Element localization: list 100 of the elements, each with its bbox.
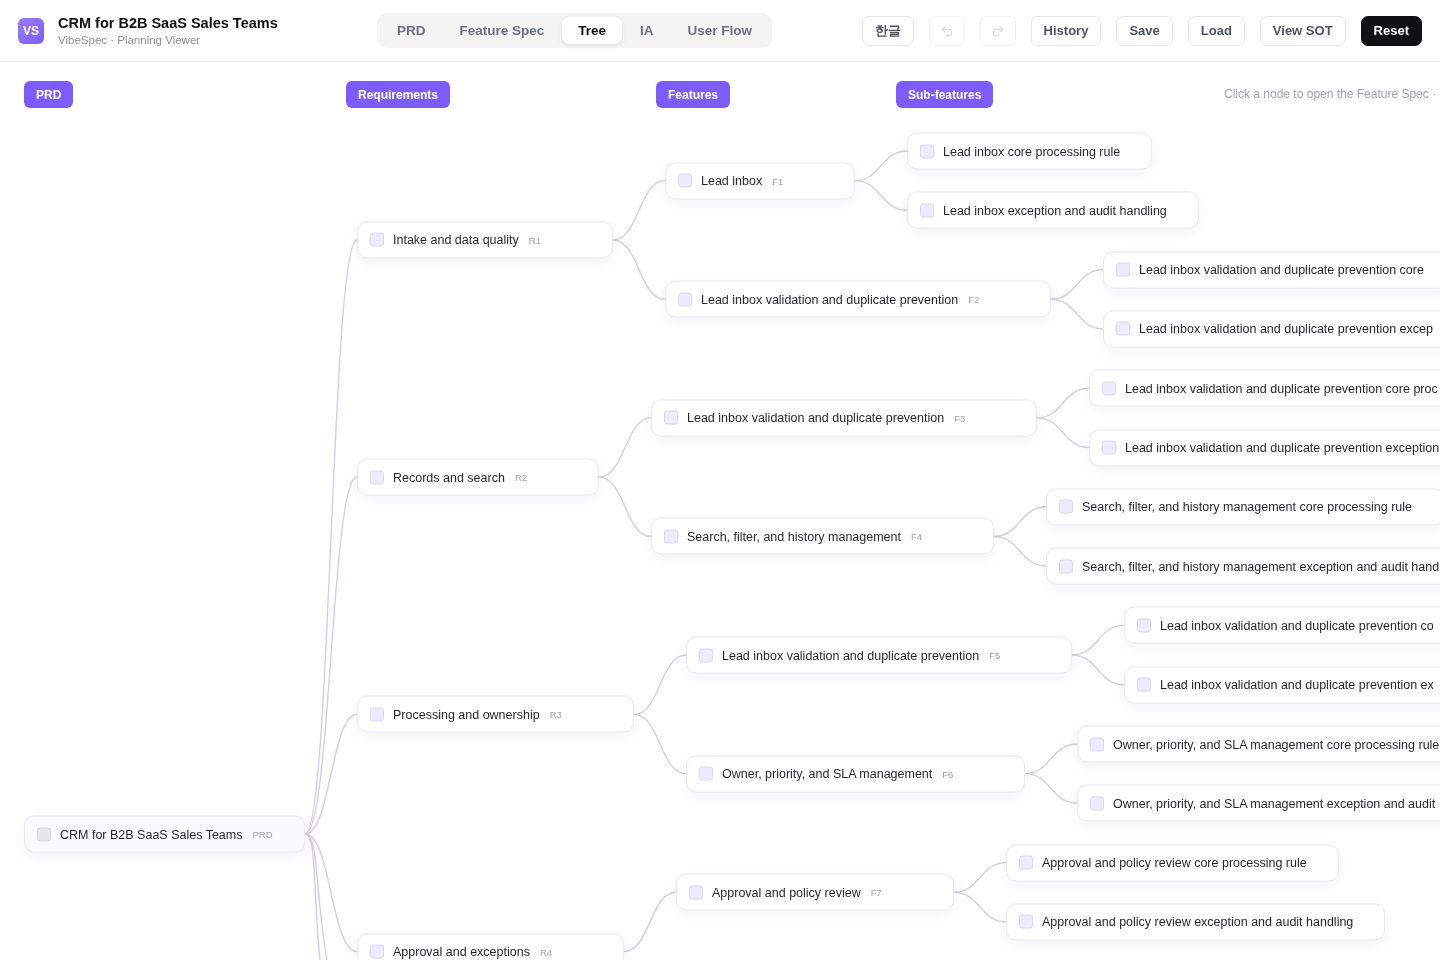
checkbox[interactable] <box>1019 914 1033 929</box>
toolbar-button[interactable]: Save <box>1116 15 1173 46</box>
app-title: CRM for B2B SaaS Sales Teams <box>58 15 278 31</box>
tree-node[interactable]: Owner, priority, and SLA management exception and audit <box>1077 784 1440 822</box>
node-code: F2 <box>968 293 980 305</box>
node-code: F6 <box>942 768 954 780</box>
tree-node[interactable]: Approval and policy review F7 <box>676 873 954 911</box>
node-title: Owner, priority, and SLA management <box>722 766 933 781</box>
node-title: Lead inbox validation and duplicate prevention <box>701 292 959 307</box>
connector-line <box>623 891 677 953</box>
node-title: Lead inbox validation and duplicate prevention <box>722 648 980 663</box>
checkbox[interactable] <box>370 470 384 485</box>
checkbox[interactable] <box>1137 677 1151 692</box>
toolbar-button[interactable]: Load <box>1187 15 1245 46</box>
checkbox[interactable] <box>699 766 713 781</box>
tree-node[interactable]: Search, filter, and history management core processing rule <box>1046 488 1440 526</box>
node-title: Lead inbox validation and duplicate prevention excep <box>1139 321 1433 336</box>
checkbox[interactable] <box>699 648 713 663</box>
connector-line <box>612 239 666 300</box>
checkbox[interactable] <box>1102 381 1116 396</box>
checkbox[interactable] <box>370 707 384 722</box>
column-label: Sub-features <box>896 81 994 108</box>
checkbox[interactable] <box>37 827 51 841</box>
connector-line <box>612 179 666 241</box>
tree-node[interactable]: CRM for B2B SaaS Sales Teams PRD <box>24 815 305 853</box>
tree-node[interactable]: Owner, priority, and SLA management F6 <box>686 755 1026 793</box>
tree-node[interactable]: Owner, priority, and SLA management core processing rule <box>1077 725 1440 763</box>
checkbox[interactable] <box>1059 499 1073 514</box>
tree-node[interactable]: Lead inbox validation and duplicate prevention F3 <box>651 399 1038 437</box>
tree-node[interactable]: Lead inbox core processing rule <box>907 132 1153 170</box>
node-title: Lead inbox <box>701 173 763 188</box>
tree-node[interactable]: Intake and data quality R1 <box>357 221 613 259</box>
connector-line <box>633 713 687 775</box>
node-title: Lead inbox core processing rule <box>943 144 1121 158</box>
tree-node[interactable]: Processing and ownership R3 <box>357 695 634 733</box>
node-title: Owner, priority, and SLA management core processing rule <box>1113 737 1440 751</box>
node-title: Approval and exceptions <box>393 944 530 959</box>
connector-line <box>953 891 1007 923</box>
connector-line <box>1036 417 1090 449</box>
node-title: Lead inbox validation and duplicate prevention exception <box>1125 440 1440 455</box>
toolbar-button[interactable]: View SOT <box>1259 15 1346 46</box>
checkbox[interactable] <box>370 232 384 247</box>
tree-node[interactable]: Lead inbox validation and duplicate prevention core <box>1103 251 1440 289</box>
tree-node[interactable]: Lead inbox validation and duplicate prevention F2 <box>665 280 1052 318</box>
node-title: Search, filter, and history management core processing rule <box>1082 499 1413 514</box>
tree-node[interactable]: Lead inbox validation and duplicate prevention exception <box>1089 429 1440 466</box>
connector-line <box>953 861 1007 893</box>
tree-node[interactable]: Lead inbox validation and duplicate prevention co <box>1124 606 1440 644</box>
view-tab[interactable]: PRD <box>381 17 442 44</box>
checkbox[interactable] <box>1116 262 1130 277</box>
checkbox[interactable] <box>664 410 678 425</box>
node-title: Lead inbox validation and duplicate prevention core proc <box>1125 381 1438 396</box>
node-code: F3 <box>954 412 966 424</box>
column-label: PRD <box>24 81 74 108</box>
checkbox[interactable] <box>689 885 703 900</box>
tree-node[interactable]: Lead inbox validation and duplicate prevention excep <box>1103 310 1440 348</box>
app-logo: VS <box>18 17 44 44</box>
checkbox[interactable] <box>678 292 692 307</box>
toolbar-button[interactable]: Reset <box>1360 15 1422 46</box>
checkbox[interactable] <box>1019 855 1033 870</box>
checkbox[interactable] <box>664 529 678 544</box>
tree-node[interactable]: Lead inbox validation and duplicate prevention core proc <box>1089 369 1440 407</box>
checkbox[interactable] <box>1116 321 1130 336</box>
connector-line <box>1050 298 1104 330</box>
checkbox[interactable] <box>370 944 384 959</box>
checkbox[interactable] <box>1090 737 1104 751</box>
tree-node[interactable]: Approval and policy review exception and audit handling <box>1006 903 1386 941</box>
undo-icon <box>939 23 954 38</box>
node-title: Records and search <box>393 470 505 485</box>
view-tab[interactable]: IA <box>624 17 670 44</box>
connector-line <box>854 179 908 211</box>
checkbox[interactable] <box>1059 559 1073 574</box>
column-label: Features <box>656 81 731 108</box>
tree-node[interactable]: Approval and policy review core processing rule <box>1006 844 1339 882</box>
tree-node[interactable]: Lead inbox exception and audit handling <box>907 191 1199 229</box>
node-title: Lead inbox exception and audit handling <box>943 203 1167 218</box>
toolbar-button[interactable]: 한글 <box>861 15 914 46</box>
node-title: Intake and data quality <box>393 232 519 247</box>
tree-node[interactable]: Approval and exceptions R4 <box>357 933 625 960</box>
view-tab[interactable]: Tree <box>562 17 623 44</box>
view-tab[interactable]: Feature Spec <box>443 17 561 44</box>
tree-node[interactable]: Search, filter, and history management F4 <box>651 517 995 555</box>
checkbox[interactable] <box>1102 440 1116 455</box>
node-title: Approval and policy review core processing rule <box>1042 855 1307 870</box>
node-title: Lead inbox validation and duplicate prevention ex <box>1160 677 1434 692</box>
connector-line <box>1071 654 1125 686</box>
node-title: Lead inbox validation and duplicate prevention core <box>1139 262 1424 277</box>
tree-node[interactable]: Records and search R2 <box>357 458 600 496</box>
tree-node[interactable]: Lead inbox F1 <box>665 162 856 200</box>
checkbox[interactable] <box>1137 618 1151 633</box>
tree-node[interactable]: Lead inbox validation and duplicate prevention ex <box>1124 666 1440 704</box>
checkbox[interactable] <box>920 203 934 218</box>
view-tab[interactable]: User Flow <box>671 17 769 44</box>
node-code: R3 <box>549 708 562 720</box>
toolbar-button[interactable]: History <box>1030 15 1102 46</box>
node-code: F7 <box>870 886 882 898</box>
tree-node[interactable]: Lead inbox validation and duplicate prevention F5 <box>686 636 1073 674</box>
checkbox[interactable] <box>920 144 934 158</box>
checkbox[interactable] <box>1090 796 1104 811</box>
checkbox[interactable] <box>678 173 692 188</box>
